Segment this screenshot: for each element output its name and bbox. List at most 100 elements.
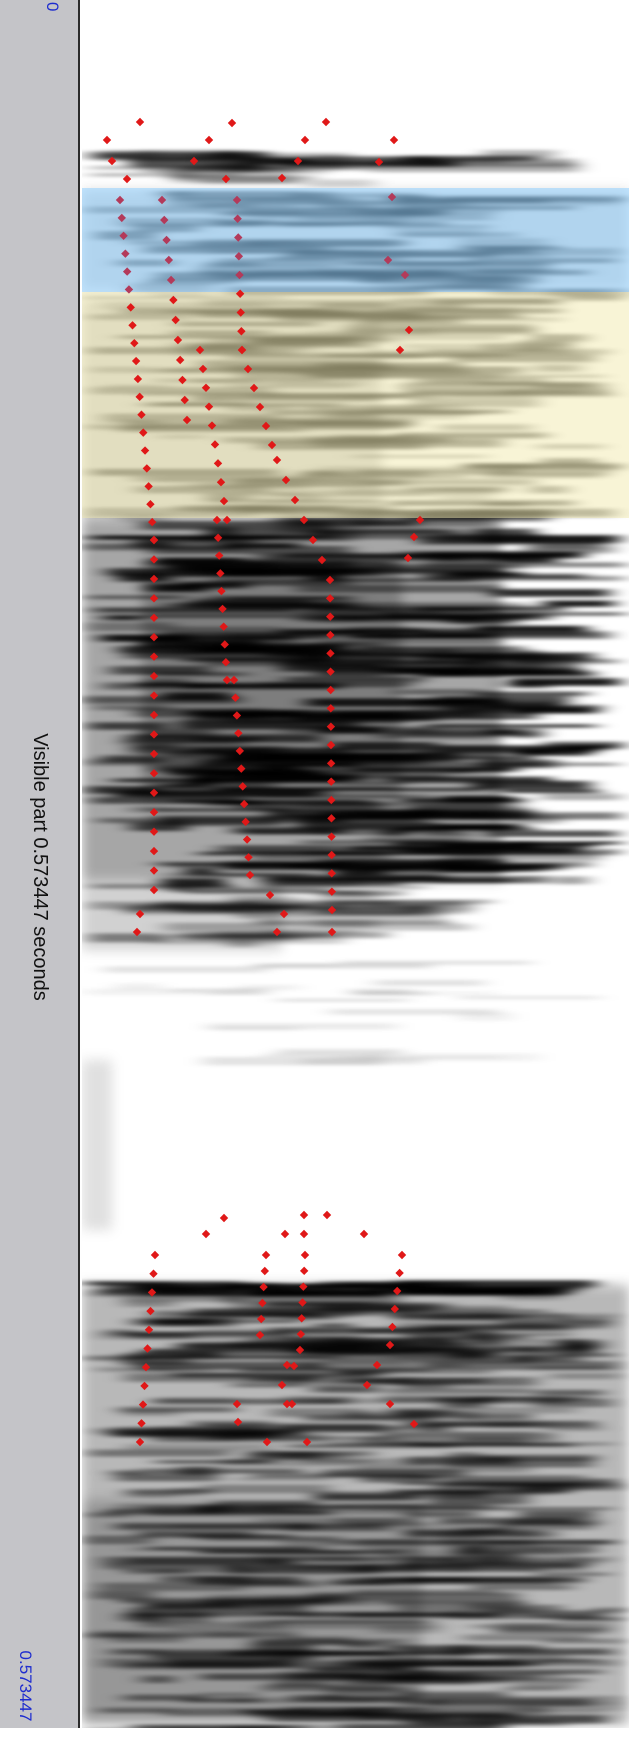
energy-streak	[330, 1581, 392, 1585]
energy-streak	[254, 878, 361, 887]
energy-streak	[432, 576, 623, 581]
energy-streak	[474, 1624, 555, 1628]
energy-streak	[173, 933, 332, 937]
energy-streak	[309, 658, 400, 662]
energy-streak	[140, 640, 262, 649]
selection-highlight-yellow	[82, 292, 629, 518]
energy-streak	[195, 1576, 301, 1585]
energy-streak	[330, 1009, 498, 1015]
energy-streak	[103, 151, 155, 158]
energy-streak	[125, 1569, 188, 1574]
energy-streak	[172, 1488, 204, 1495]
energy-streak	[156, 1460, 268, 1464]
energy-streak	[240, 1620, 438, 1629]
energy-streak	[383, 1433, 460, 1437]
energy-streak	[379, 668, 416, 675]
energy-streak	[320, 640, 503, 644]
energy-streak	[85, 544, 245, 551]
energy-streak	[277, 998, 408, 1002]
energy-streak	[164, 923, 300, 931]
energy-streak	[442, 796, 515, 803]
energy-streak	[104, 966, 267, 973]
energy-streak	[82, 1281, 245, 1285]
energy-streak	[202, 1485, 330, 1494]
energy-streak	[298, 822, 437, 830]
energy-streak	[406, 1457, 517, 1465]
energy-streak	[93, 1591, 153, 1599]
energy-streak	[130, 1333, 194, 1339]
energy-streak	[104, 1286, 245, 1294]
energy-streak	[131, 1547, 331, 1551]
energy-streak	[565, 745, 612, 749]
energy-streak	[360, 1437, 528, 1446]
energy-streak	[333, 1056, 503, 1059]
energy-streak	[127, 1491, 176, 1497]
energy-streak	[394, 1377, 536, 1386]
energy-streak	[187, 891, 367, 894]
energy-streak	[330, 1369, 491, 1374]
energy-streak	[237, 802, 382, 811]
energy-streak	[282, 1636, 352, 1640]
energy-streak	[406, 1511, 477, 1517]
energy-streak	[431, 555, 514, 562]
energy-streak	[332, 742, 438, 751]
energy-region	[82, 1060, 112, 1230]
energy-streak	[500, 816, 561, 824]
energy-streak	[410, 751, 555, 755]
energy-streak	[464, 1715, 601, 1723]
energy-streak	[122, 1409, 178, 1416]
energy-streak	[185, 868, 216, 874]
energy-streak	[464, 1635, 590, 1641]
energy-streak	[259, 1312, 331, 1318]
energy-streak	[88, 622, 174, 631]
energy-streak	[308, 1671, 434, 1677]
energy-streak	[356, 991, 432, 995]
energy-streak	[300, 1363, 410, 1370]
energy-streak	[94, 608, 292, 613]
energy-streak	[381, 158, 507, 164]
energy-streak	[227, 940, 258, 948]
energy-streak	[118, 573, 172, 581]
energy-streak	[338, 782, 411, 786]
energy-streak	[432, 1397, 591, 1400]
energy-streak	[397, 1410, 454, 1417]
energy-streak	[306, 699, 503, 707]
energy-streak	[554, 876, 588, 884]
energy-streak	[171, 649, 366, 655]
energy-streak	[374, 980, 484, 986]
energy-streak	[279, 1452, 348, 1459]
energy-streak	[154, 1426, 241, 1434]
energy-streak	[397, 876, 548, 883]
energy-streak	[483, 1540, 615, 1545]
energy-streak	[150, 1319, 223, 1325]
energy-streak	[502, 1295, 562, 1300]
energy-streak	[109, 1634, 183, 1643]
energy-streak	[289, 1707, 395, 1716]
energy-streak	[366, 838, 468, 842]
energy-streak	[85, 1536, 152, 1545]
visible-part-label: Visible part 0.573447 seconds	[28, 717, 52, 1017]
energy-streak	[315, 919, 377, 927]
energy-streak	[303, 1459, 372, 1463]
energy-streak	[335, 1578, 514, 1582]
energy-streak	[389, 615, 552, 620]
energy-streak	[544, 763, 618, 766]
energy-streak	[90, 933, 163, 942]
energy-streak	[542, 794, 621, 801]
energy-streak	[334, 535, 478, 539]
energy-streak	[123, 1300, 174, 1307]
energy-streak	[495, 1628, 607, 1634]
energy-streak	[520, 1511, 594, 1519]
time-ruler: 0 Visible part 0.573447 seconds 0.573447	[0, 0, 80, 1728]
energy-streak	[116, 1504, 226, 1510]
spectrogram-panel[interactable]	[82, 0, 629, 1728]
energy-streak	[284, 1425, 387, 1433]
energy-streak	[211, 1355, 325, 1358]
energy-streak	[185, 166, 259, 172]
energy-streak	[472, 1585, 572, 1590]
energy-streak	[147, 614, 291, 618]
energy-streak	[197, 1598, 270, 1607]
energy-streak	[435, 650, 542, 659]
energy-streak	[561, 1317, 612, 1324]
energy-streak	[508, 678, 620, 686]
